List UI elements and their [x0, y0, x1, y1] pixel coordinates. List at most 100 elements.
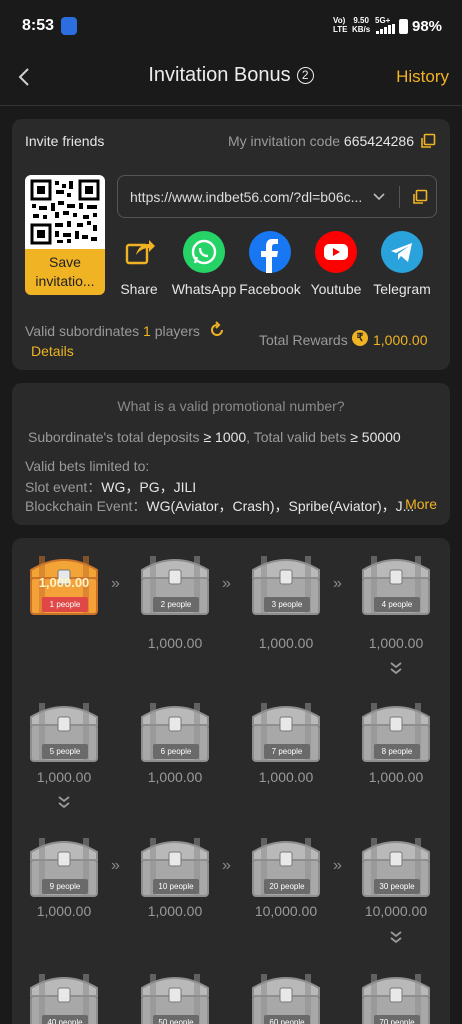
chest-people-label: 40 people — [47, 1018, 83, 1024]
reward-chest[interactable]: 3 people — [247, 548, 325, 618]
status-time: 8:53 — [22, 17, 55, 34]
telegram-icon — [381, 231, 423, 273]
chest-people-label: 3 people — [271, 600, 303, 609]
total-rewards-label: Total Rewards — [259, 332, 348, 348]
chest-amount: 1,000.00 — [258, 635, 314, 651]
copy-link-icon[interactable] — [412, 189, 428, 205]
status-bar: 8:53 Vo) LTE 9.50 KB/s 5G+ 98% — [0, 0, 462, 56]
share-option-telegram[interactable]: Telegram — [367, 231, 437, 297]
invitation-code: My invitation code 665424286 — [227, 133, 414, 149]
youtube-label: Youtube — [310, 281, 362, 297]
invite-friends-label: Invite friends — [25, 133, 105, 149]
reward-chest[interactable]: 70 people — [357, 966, 435, 1024]
reward-chest[interactable]: 50 people — [136, 966, 214, 1024]
reward-chest[interactable]: 20 people — [247, 830, 325, 900]
slot-event: Slot event：WG，PG，JILI — [25, 479, 197, 495]
details-link[interactable]: Details — [31, 343, 74, 359]
valid-subordinates: Valid subordinates 1 players — [25, 323, 200, 339]
reward-chest[interactable]: 5 people — [25, 695, 103, 765]
chest-people-label: 6 people — [160, 747, 192, 756]
chest-amount: 1,000.00 — [258, 769, 314, 785]
share-option-facebook[interactable]: Facebook — [235, 231, 305, 297]
next-arrow-icon: » — [111, 575, 120, 592]
reward-chest[interactable]: 60 people — [247, 966, 325, 1024]
facebook-icon — [249, 231, 291, 273]
share-option-whatsapp[interactable]: WhatsApp — [169, 231, 239, 297]
share-option-share[interactable]: Share — [104, 231, 174, 297]
reward-chest[interactable]: 40 people — [25, 966, 103, 1024]
chest-people-label: 4 people — [381, 600, 413, 609]
battery-icon — [399, 19, 408, 34]
chest-people-label: 9 people — [49, 882, 81, 891]
page-title: Invitation Bonus 2 — [0, 64, 462, 87]
share-option-youtube[interactable]: Youtube — [301, 231, 371, 297]
refresh-icon[interactable] — [208, 321, 226, 339]
valid-condition: Subordinate's total deposits ≥ 1000, Tot… — [28, 429, 401, 445]
chevron-double-down-icon — [390, 662, 402, 675]
next-arrow-icon: » — [111, 857, 120, 874]
chest-people-label: 2 people — [160, 600, 192, 609]
invite-link-field[interactable]: https://www.indbet56.com/?dl=b06c... — [117, 175, 437, 218]
youtube-icon — [315, 231, 357, 273]
invite-link-text: https://www.indbet56.com/?dl=b06c... — [130, 189, 363, 205]
battery-percent: 98% — [412, 18, 443, 35]
network-label: Vo) LTE — [333, 16, 348, 34]
chest-people-label: 60 people — [269, 1018, 305, 1024]
rules-question: What is a valid promotional number? — [117, 398, 345, 414]
reward-chest[interactable]: 30 people — [357, 830, 435, 900]
reward-chest[interactable]: 4 people — [357, 548, 435, 618]
chest-amount: 1,000.00 — [36, 903, 92, 919]
chest-people-label: 1 people — [49, 600, 81, 609]
reward-chest-grid: 1,000.00 1 people 2 people 1,000.00 3 peop… — [12, 538, 450, 1024]
next-arrow-icon: » — [333, 575, 342, 592]
chest-amount: 1,000.00 — [147, 635, 203, 651]
total-rewards-value: 1,000.00 — [373, 332, 428, 348]
chest-amount: 10,000.00 — [364, 903, 428, 919]
share-options: Share WhatsApp Facebook Youtube Telegram — [117, 231, 447, 297]
chest-people-label: 70 people — [379, 1018, 415, 1024]
next-arrow-icon: » — [222, 575, 231, 592]
telegram-label: Telegram — [373, 281, 431, 297]
reward-chest[interactable]: 10 people — [136, 830, 214, 900]
reward-chest[interactable]: 7 people — [247, 695, 325, 765]
chest-people-label: 5 people — [49, 747, 81, 756]
chest-people-label: 50 people — [158, 1018, 194, 1024]
reward-chest[interactable]: 6 people — [136, 695, 214, 765]
app-notification-icon — [61, 17, 77, 35]
divider — [399, 186, 400, 208]
chevron-down-icon[interactable] — [372, 190, 386, 204]
facebook-label: Facebook — [239, 281, 301, 297]
chest-people-label: 10 people — [158, 882, 194, 891]
qr-code-image — [25, 175, 105, 249]
chevron-double-down-icon — [58, 796, 70, 809]
limited-label: Valid bets limited to: — [25, 458, 150, 474]
reward-chest[interactable]: 2 people — [136, 548, 214, 618]
save-invitation-button[interactable]: Save invitatio... — [25, 249, 105, 295]
chest-amount: 1,000.00 — [147, 769, 203, 785]
help-icon[interactable]: 2 — [296, 67, 314, 84]
share-label: Share — [120, 281, 158, 297]
next-arrow-icon: » — [222, 857, 231, 874]
chest-people-label: 8 people — [381, 747, 413, 756]
history-link[interactable]: History — [396, 67, 449, 87]
rupee-coin-icon: ₹ — [352, 330, 368, 346]
invite-card: Invite friends My invitation code 665424… — [12, 119, 450, 370]
reward-chest[interactable]: 1,000.00 1 people — [25, 548, 103, 618]
chest-amount: 1,000.00 — [368, 635, 424, 651]
chest-amount: 1,000.00 — [147, 903, 203, 919]
copy-code-icon[interactable] — [420, 133, 436, 149]
signal-bars-icon — [376, 24, 396, 34]
reward-chest[interactable]: 8 people — [357, 695, 435, 765]
next-arrow-icon: » — [333, 857, 342, 874]
more-link[interactable]: More — [405, 496, 437, 512]
reward-chest[interactable]: 9 people — [25, 830, 103, 900]
blockchain-event: Blockchain Event：WG(Aviator，Crash)，Sprib… — [25, 498, 415, 514]
chest-amount: 1,000.00 — [368, 769, 424, 785]
top-nav: Invitation Bonus 2 History — [0, 56, 462, 106]
whatsapp-label: WhatsApp — [171, 281, 237, 297]
chest-people-label: 30 people — [379, 882, 415, 891]
qr-code-card: Save invitatio... — [25, 175, 105, 295]
rules-card: What is a valid promotional number? Subo… — [12, 383, 450, 525]
chest-people-label: 7 people — [271, 747, 303, 756]
chevron-double-down-icon — [390, 931, 402, 944]
